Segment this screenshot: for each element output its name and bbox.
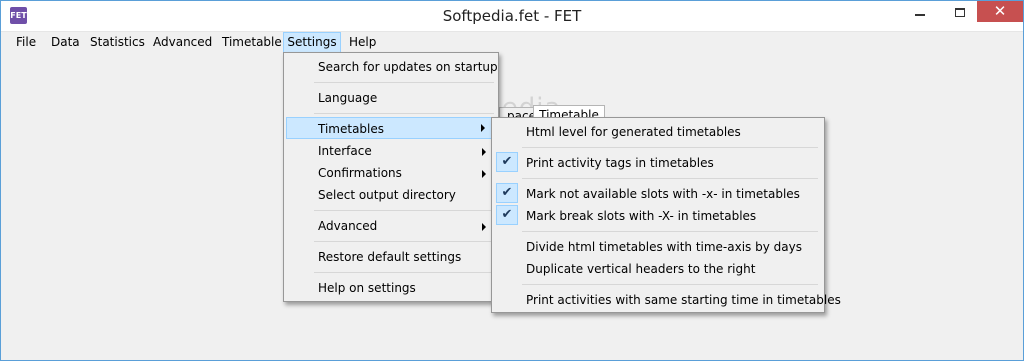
menu-item-select-output-directory[interactable]: Select output directory [286,184,494,206]
submenu-item-duplicate-headers[interactable]: Duplicate vertical headers to the right [494,258,820,280]
menu-separator [522,231,818,232]
menu-item-label: Search for updates on startup [318,60,498,74]
menu-item-label: Html level for generated timetables [526,125,741,139]
window-title: Softpedia.fet - FET [442,7,582,25]
menu-separator [522,178,818,179]
menu-item-label: Confirmations [318,166,402,180]
submenu-item-mark-not-available[interactable]: ✔ Mark not available slots with -x- in t… [494,183,820,205]
menu-bar: File Data Statistics Advanced Timetable … [1,32,1023,53]
submenu-item-same-starting-time[interactable]: Print activities with same starting time… [494,289,841,311]
menu-item-restore-defaults[interactable]: Restore default settings [286,246,494,268]
maximize-icon [955,7,965,17]
timetables-submenu: Html level for generated timetables ✔ Pr… [491,117,841,313]
menu-item-timetables[interactable]: Timetables [286,117,494,139]
menu-item-advanced[interactable]: Advanced [286,215,494,237]
menu-item-label: Timetables [318,122,385,136]
menu-item-confirmations[interactable]: Confirmations [286,162,494,184]
menu-item-help-on-settings[interactable]: Help on settings [286,277,494,299]
menu-item-label: Language [318,91,378,105]
title-bar[interactable]: FET Softpedia.fet - FET ✕ [1,1,1023,32]
submenu-arrow-icon [482,170,486,178]
menu-item-language[interactable]: Language [286,87,494,109]
menu-separator [314,241,494,242]
menu-advanced[interactable]: Advanced [153,33,212,52]
submenu-item-print-activity-tags[interactable]: ✔ Print activity tags in timetables [494,152,820,174]
menu-file[interactable]: File [16,33,36,52]
menu-item-label: Help on settings [318,281,416,295]
menu-statistics[interactable]: Statistics [90,33,145,52]
app-window: FET Softpedia.fet - FET ✕ File Data Stat… [0,0,1024,361]
menu-separator [314,113,494,114]
submenu-item-mark-break-slots[interactable]: ✔ Mark break slots with -X- in timetable… [494,205,820,227]
menu-item-search-updates[interactable]: Search for updates on startup [286,56,498,78]
menu-settings[interactable]: Settings [283,32,341,53]
close-icon: ✕ [993,2,1007,20]
menu-item-label: Interface [318,144,372,158]
menu-data[interactable]: Data [51,33,80,52]
menu-item-label: Divide html timetables with time-axis by… [526,240,802,254]
menu-item-label: Restore default settings [318,250,462,264]
menu-item-label: Mark break slots with -X- in timetables [526,209,757,223]
settings-dropdown-menu: Search for updates on startup Language T… [283,52,499,302]
menu-item-label: Print activity tags in timetables [526,156,714,170]
menu-item-label: Print activities with same starting time… [526,293,841,307]
menu-separator [522,284,818,285]
menu-item-label: Mark not available slots with -x- in tim… [526,187,800,201]
checkmark-icon: ✔ [496,183,518,203]
maximize-button[interactable] [943,1,977,23]
menu-separator [314,210,494,211]
menu-separator [522,147,818,148]
checkmark-icon: ✔ [496,205,518,225]
menu-help[interactable]: Help [349,33,376,52]
menu-item-label: Advanced [318,219,378,233]
submenu-arrow-icon [482,223,486,231]
menu-item-label: Select output directory [318,188,456,202]
submenu-arrow-icon [482,148,486,156]
submenu-item-divide-by-days[interactable]: Divide html timetables with time-axis by… [494,236,820,258]
menu-timetable[interactable]: Timetable [222,33,282,52]
checkmark-icon: ✔ [496,152,518,172]
menu-separator [314,82,494,83]
menu-item-label: Duplicate vertical headers to the right [526,262,756,276]
menu-separator [314,272,494,273]
menu-item-interface[interactable]: Interface [286,140,494,162]
close-button[interactable]: ✕ [977,1,1023,22]
minimize-icon [915,14,925,16]
submenu-arrow-icon [481,124,485,132]
submenu-item-html-level[interactable]: Html level for generated timetables [494,121,820,143]
minimize-button[interactable] [897,1,943,23]
